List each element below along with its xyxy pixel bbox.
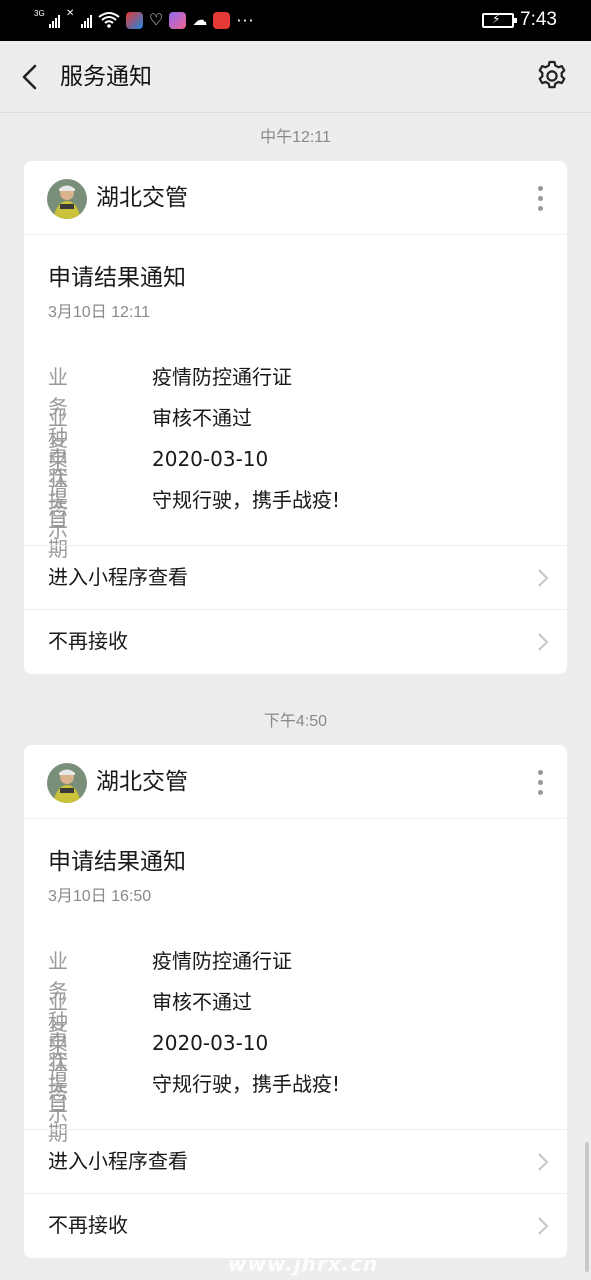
- health-heart-icon: ♡: [149, 10, 164, 29]
- open-mini-program-label: 进入小程序查看: [48, 565, 188, 589]
- more-options-icon[interactable]: [525, 181, 555, 215]
- service-notification-card[interactable]: 湖北交管 申请结果通知 3月10日 16:50 业务种类 疫情防控通行证 业务状…: [24, 745, 567, 1258]
- unsubscribe-label: 不再接收: [48, 1213, 128, 1237]
- network-type-label: 3G: [34, 9, 45, 18]
- chevron-right-icon: [538, 1153, 549, 1171]
- card-header: 湖北交管: [24, 161, 567, 235]
- chevron-right-icon: [538, 1217, 549, 1235]
- field-value: 疫情防控通行证: [152, 949, 292, 973]
- open-mini-program-button[interactable]: 进入小程序查看: [24, 545, 567, 609]
- field-key: 提示: [48, 488, 68, 542]
- unsubscribe-button[interactable]: 不再接收: [24, 1193, 567, 1257]
- field-value: 2020-03-10: [152, 447, 269, 471]
- battery-charging-icon: ⚡: [482, 12, 518, 28]
- card-header: 湖北交管: [24, 745, 567, 819]
- field-key: 提示: [48, 1072, 68, 1126]
- notification-date: 3月10日 12:11: [48, 304, 150, 321]
- field-value: 审核不通过: [152, 990, 252, 1014]
- field-value: 守规行驶，携手战疫!: [152, 488, 341, 512]
- cellular-signal-icon: 3G: [34, 10, 60, 30]
- app-notification-icon: [126, 11, 143, 29]
- more-notifications-icon: ···: [236, 10, 255, 30]
- sender-name: 湖北交管: [96, 185, 188, 211]
- app-notification-2-icon: [169, 11, 187, 29]
- sender-avatar[interactable]: [47, 179, 87, 219]
- service-notification-card[interactable]: 湖北交管 申请结果通知 3月10日 12:11 业务种类 疫情防控通行证 业务状…: [24, 161, 567, 674]
- clock: 7:43: [520, 9, 557, 30]
- notification-date: 3月10日 16:50: [48, 888, 152, 905]
- notification-title: 申请结果通知: [48, 849, 186, 875]
- cellular-signal-2-icon: ✕: [66, 9, 92, 30]
- open-mini-program-button[interactable]: 进入小程序查看: [24, 1129, 567, 1193]
- status-bar: 3G ✕ ♡ ☁ ··· ⚡ 7:43: [0, 0, 591, 41]
- field-value: 守规行驶，携手战疫!: [152, 1072, 341, 1096]
- watermark: www.jhrx.cn: [228, 1252, 379, 1276]
- page-title: 服务通知: [60, 64, 152, 90]
- more-options-icon[interactable]: [525, 765, 555, 799]
- open-mini-program-label: 进入小程序查看: [48, 1149, 188, 1173]
- field-value: 2020-03-10: [152, 1031, 269, 1055]
- message-timestamp: 下午4:50: [263, 713, 328, 730]
- notification-title: 申请结果通知: [48, 265, 186, 291]
- chevron-right-icon: [538, 633, 549, 651]
- field-value: 审核不通过: [152, 406, 252, 430]
- chevron-right-icon: [538, 569, 549, 587]
- app-notification-3-icon: [213, 11, 231, 29]
- cloud-icon: ☁: [192, 10, 208, 29]
- gear-icon[interactable]: [535, 59, 569, 93]
- message-timestamp: 中午12:11: [260, 129, 331, 146]
- scrollbar[interactable]: [585, 1142, 589, 1272]
- unsubscribe-button[interactable]: 不再接收: [24, 609, 567, 673]
- sender-avatar[interactable]: [47, 763, 87, 803]
- unsubscribe-label: 不再接收: [48, 629, 128, 653]
- field-value: 疫情防控通行证: [152, 365, 292, 389]
- wifi-icon: [98, 12, 120, 28]
- nav-header: 服务通知: [0, 41, 591, 113]
- sender-name: 湖北交管: [96, 769, 188, 795]
- back-chevron-icon[interactable]: [16, 62, 44, 92]
